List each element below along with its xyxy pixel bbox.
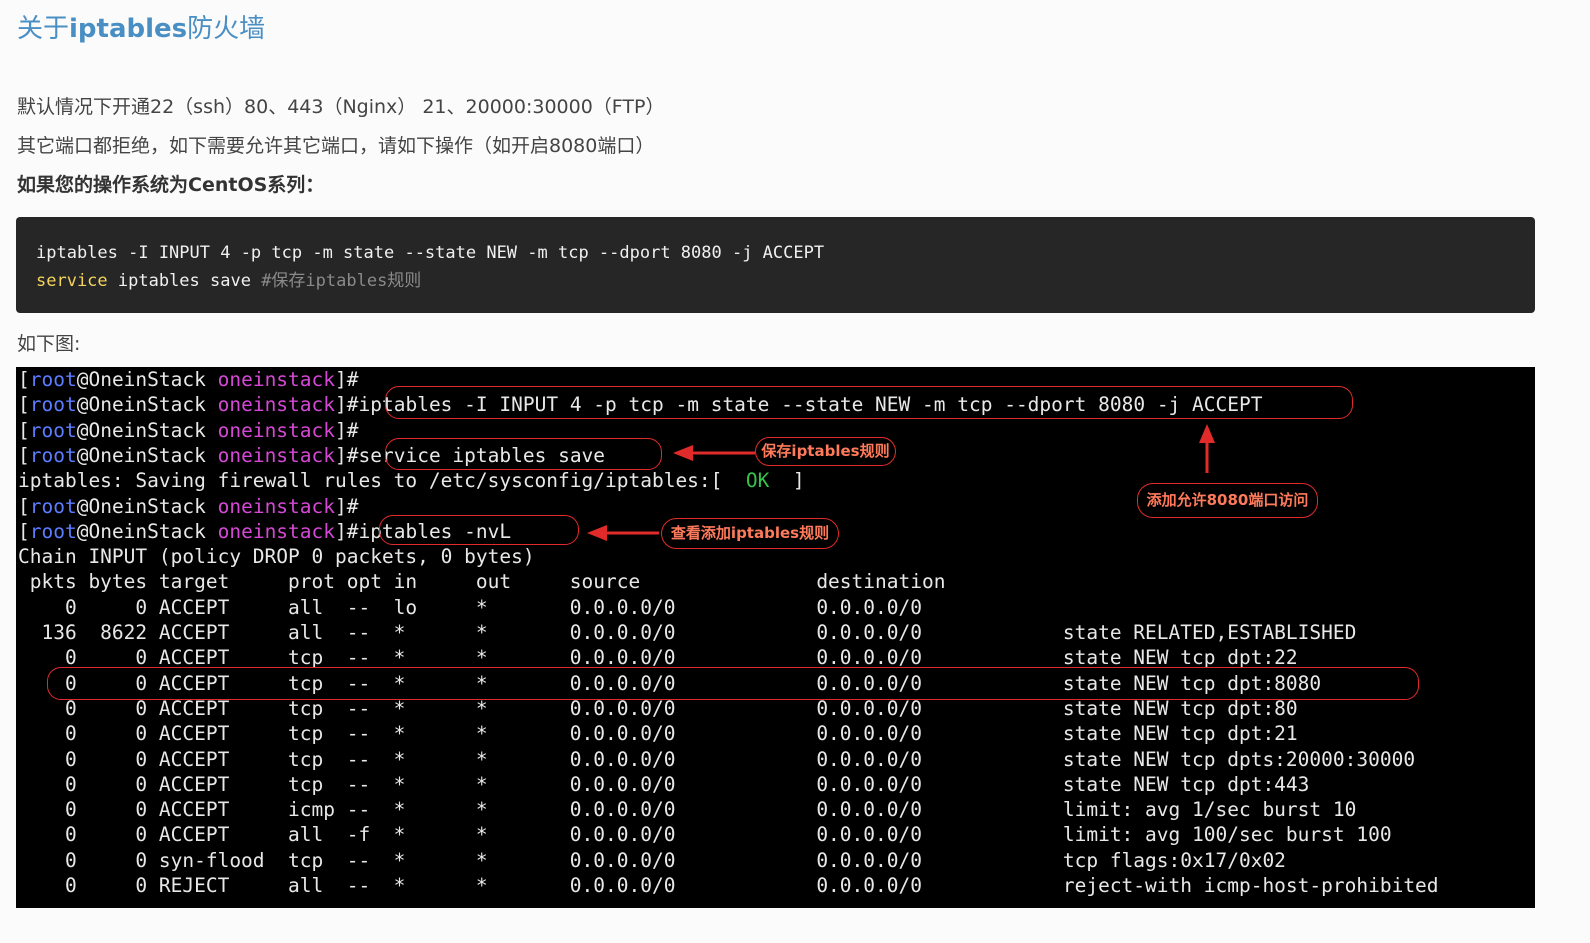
prompt-bracket: [: [18, 443, 30, 467]
prompt-host: @OneinStack: [76, 418, 218, 442]
code-comment: #保存iptables规则: [261, 271, 422, 291]
code-line-2: service iptables save #保存iptables规则: [36, 267, 1515, 295]
highlight-list-command: [379, 515, 579, 545]
save-output-text: iptables: Saving firewall rules to /etc/…: [18, 469, 746, 493]
code-rest: iptables save: [107, 271, 262, 291]
save-output-line: iptables: Saving firewall rules to /etc/…: [18, 468, 805, 493]
title-prefix: 关于: [17, 14, 70, 44]
prompt-user: root: [29, 494, 77, 518]
table-row: 0 0 ACCEPT tcp -- * * 0.0.0.0/0 0.0.0.0/…: [18, 722, 1298, 746]
page-title: 关于iptables防火墙: [17, 8, 265, 45]
paragraph-centos: 如果您的操作系统为CentOS系列：: [17, 174, 325, 196]
arrow-left-icon: [587, 525, 659, 541]
table-row: 136 8622 ACCEPT all -- * * 0.0.0.0/0 0.0…: [18, 621, 1357, 644]
prompt-bracket: [: [18, 418, 30, 442]
callout-view-rules: 查看添加iptables规则: [661, 518, 839, 549]
prompt-line: [root@OneinStack oneinstack]#: [18, 494, 359, 519]
prompt-bracket: [: [18, 494, 30, 518]
prompt-bracket: [: [18, 368, 30, 391]
prompt-user: root: [29, 368, 77, 391]
prompt-user: root: [29, 519, 77, 543]
title-suffix: 防火墙: [187, 14, 266, 44]
table-row: 0 0 ACCEPT tcp -- * * 0.0.0.0/0 0.0.0.0/…: [18, 772, 1310, 796]
prompt-symbol: ]#: [335, 519, 359, 543]
caption: 如下图:: [17, 333, 81, 355]
prompt-host: @OneinStack: [76, 368, 218, 391]
table-row: 0 0 ACCEPT all -- lo * 0.0.0.0/0 0.0.0.0…: [18, 595, 922, 619]
highlight-add-command: [385, 386, 1353, 419]
prompt-dir: oneinstack: [217, 494, 336, 518]
prompt-user: root: [29, 443, 77, 467]
prompt-dir: oneinstack: [217, 393, 336, 417]
callout-save-rule: 保存iptables规则: [755, 437, 896, 466]
prompt-bracket: [: [18, 393, 30, 417]
arrow-left-icon: [673, 445, 755, 461]
save-output-end: ]: [769, 469, 805, 493]
highlight-save-command: [385, 438, 662, 470]
prompt-host: @OneinStack: [76, 494, 218, 518]
table-row: 0 0 ACCEPT icmp -- * * 0.0.0.0/0 0.0.0.0…: [18, 798, 1357, 822]
table-row: 0 0 syn-flood tcp -- * * 0.0.0.0/0 0.0.0…: [18, 848, 1286, 872]
prompt-dir: oneinstack: [217, 519, 336, 543]
prompt-line: [root@OneinStack oneinstack]#: [18, 418, 359, 443]
prompt-symbol: ]#: [335, 494, 359, 518]
chain-header: Chain INPUT (policy DROP 0 packets, 0 by…: [18, 545, 535, 569]
prompt-symbol: ]#: [335, 443, 359, 467]
prompt-user: root: [29, 418, 77, 442]
arrow-up-icon: [1199, 424, 1215, 473]
code-block[interactable]: iptables -I INPUT 4 -p tcp -m state --st…: [16, 217, 1535, 313]
prompt-host: @OneinStack: [76, 443, 218, 467]
code-line-1: iptables -I INPUT 4 -p tcp -m state --st…: [36, 243, 825, 263]
paragraph-other-ports: 其它端口都拒绝，如下需要允许其它端口，请如下操作（如开启8080端口）: [17, 135, 655, 157]
status-ok: OK: [745, 469, 770, 493]
prompt-bracket: [: [18, 519, 30, 543]
prompt-symbol: ]#: [335, 368, 359, 391]
prompt-symbol: ]#: [335, 393, 359, 417]
prompt-host: @OneinStack: [76, 393, 218, 417]
prompt-dir: oneinstack: [217, 443, 336, 467]
prompt-host: @OneinStack: [76, 519, 218, 543]
paragraph-default-ports: 默认情况下开通22（ssh）80、443（Nginx） 21、20000:300…: [17, 96, 665, 118]
callout-allow-8080: 添加允许8080端口访问: [1137, 483, 1318, 518]
terminal-screenshot: [root@OneinStack oneinstack]# [root@Onein…: [16, 367, 1535, 908]
table-header: pkts bytes target prot opt in out source…: [18, 570, 946, 594]
prompt-symbol: ]#: [335, 418, 359, 442]
highlight-8080-row: [47, 667, 1419, 700]
prompt-dir: oneinstack: [217, 368, 336, 391]
table-row: 0 0 ACCEPT all -f * * 0.0.0.0/0 0.0.0.0/…: [18, 823, 1392, 847]
table-row: 0 0 ACCEPT tcp -- * * 0.0.0.0/0 0.0.0.0/…: [18, 747, 1416, 771]
prompt-dir: oneinstack: [217, 418, 336, 442]
prompt-user: root: [29, 393, 77, 417]
code-keyword: service: [36, 271, 108, 291]
title-en: iptables: [69, 14, 188, 44]
table-row: 0 0 REJECT all -- * * 0.0.0.0/0 0.0.0.0/…: [18, 874, 1439, 897]
prompt-line: [root@OneinStack oneinstack]#: [18, 367, 359, 392]
